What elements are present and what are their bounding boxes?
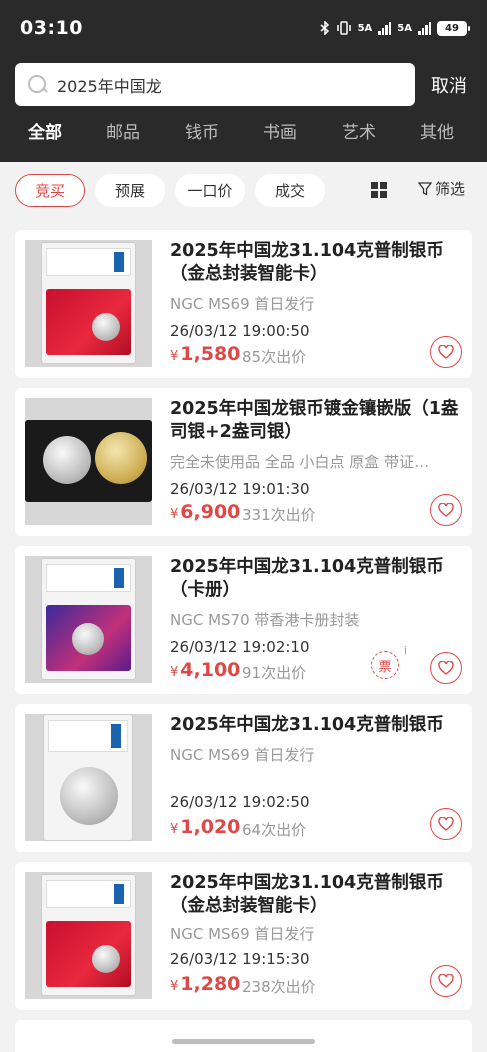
favorite-button[interactable] [430,808,462,840]
heart-icon [438,817,454,831]
signal-icon [418,21,431,35]
listing-thumbnail[interactable] [25,240,152,367]
listing-date: 26/03/12 19:15:30 [170,950,310,968]
coin-slab-image [41,242,136,364]
filter-auction[interactable]: 竞买 [15,173,85,207]
listing-bids: 91次出价 [242,664,307,682]
filter-button[interactable]: 筛选 [418,178,465,199]
heart-icon [438,974,454,988]
listing-card[interactable]: 2025年中国龙31.104克普制银币（卡册） NGC MS70 带香港卡册封装… [15,546,472,694]
listing-bids: 238次出价 [242,978,316,996]
filter-buy-now[interactable]: 一口价 [175,173,245,207]
listing-bids: 64次出价 [242,821,307,839]
info-icon[interactable]: i [404,644,407,657]
signal-label-1: 5A [357,22,373,34]
listing-card[interactable]: 2025年中国龙31.104克普制银币（金总封装智能卡） NGC MS69 首日… [15,230,472,378]
search-row: 2025年中国龙 取消 [15,63,475,106]
listing-subtitle: NGC MS69 首日发行 [170,746,315,764]
listing-thumbnail[interactable] [25,714,152,841]
signal-icon [378,21,392,35]
filter-sold[interactable]: 成交 [255,173,325,207]
ticket-badge: 票 [371,651,399,679]
heart-icon [438,503,454,517]
listing-card[interactable]: 2025年中国龙银币镀金镶嵌版（1盎司银+2盎司银） 完全未使用品 全品 小白点… [15,388,472,536]
listing-subtitle: NGC MS69 首日发行 [170,925,315,943]
listing-thumbnail[interactable] [25,872,152,999]
listing-card[interactable]: 2025年中国龙31.104克普制银币（金总封装智能卡） NGC MS69 首日… [15,862,472,1010]
coin-slab-image [41,558,136,680]
listing-title: 2025年中国龙31.104克普制银币 [170,715,444,735]
coin-slab-image [43,714,133,841]
listing-price: ¥6,900 [170,501,241,523]
heart-icon [438,661,454,675]
search-query: 2025年中国龙 [57,76,162,96]
search-input[interactable]: 2025年中国龙 [15,63,415,106]
grid-view-icon[interactable] [371,182,387,198]
listing-date: 26/03/12 19:02:10 [170,638,310,656]
signal-label-2: 5A [397,22,412,34]
favorite-button[interactable] [430,965,462,997]
funnel-icon [418,181,432,196]
listing-title: 2025年中国龙31.104克普制银币（卡册） [170,557,444,600]
home-indicator[interactable] [172,1039,315,1044]
tab-calligraphy[interactable]: 书画 [263,118,297,143]
vibrate-icon [336,21,351,35]
listing-price: ¥4,100 [170,659,241,681]
tab-art[interactable]: 艺术 [342,118,376,143]
tab-other[interactable]: 其他 [420,118,454,143]
listing-bids: 331次出价 [242,506,316,524]
listing-price: ¥1,020 [170,816,241,838]
status-time: 03:10 [20,17,83,39]
listing-card[interactable] [15,1020,472,1052]
listing-thumbnail[interactable] [25,556,152,683]
listing-date: 26/03/12 19:00:50 [170,322,310,340]
listing-thumbnail[interactable] [25,398,152,525]
listing-subtitle: NGC MS69 首日发行 [170,295,315,313]
listing-subtitle: 完全未使用品 全品 小白点 原盒 带证… [170,453,430,471]
listing-title: 2025年中国龙31.104克普制银币（金总封装智能卡） [170,241,444,284]
search-icon [27,74,49,96]
bluetooth-icon [320,21,329,35]
listing-card[interactable]: 2025年中国龙31.104克普制银币 NGC MS69 首日发行 26/03/… [15,704,472,852]
listing-price: ¥1,280 [170,973,241,995]
coin-slab-image [41,874,136,996]
listing-price: ¥1,580 [170,343,241,365]
listing-date: 26/03/12 19:02:50 [170,793,310,811]
battery-icon: 49 [437,20,470,36]
tab-stamps[interactable]: 邮品 [106,118,140,143]
status-icons: 5A 5A 49 [320,20,470,36]
tab-all[interactable]: 全部 [28,118,62,143]
listing-title: 2025年中国龙31.104克普制银币（金总封装智能卡） [170,873,444,916]
app-header: 03:10 5A 5A 49 2025年中国龙 取消 全部 邮品 钱币 书画 艺… [0,0,487,162]
listing-date: 26/03/12 19:01:30 [170,480,310,498]
filter-label: 筛选 [435,180,466,198]
listing-subtitle: NGC MS70 带香港卡册封装 [170,611,360,629]
tab-coins[interactable]: 钱币 [185,118,219,143]
status-bar: 03:10 5A 5A 49 [0,0,487,56]
favorite-button[interactable] [430,336,462,368]
filter-bar: 竞买 预展 一口价 成交 筛选 [15,172,475,208]
heart-icon [438,345,454,359]
listing-bids: 85次出价 [242,348,307,366]
filter-preview[interactable]: 预展 [95,173,165,207]
favorite-button[interactable] [430,652,462,684]
listing-title: 2025年中国龙银币镀金镶嵌版（1盎司银+2盎司银） [170,399,459,442]
coin-case-image [25,420,152,502]
cancel-button[interactable]: 取消 [431,72,467,98]
favorite-button[interactable] [430,494,462,526]
